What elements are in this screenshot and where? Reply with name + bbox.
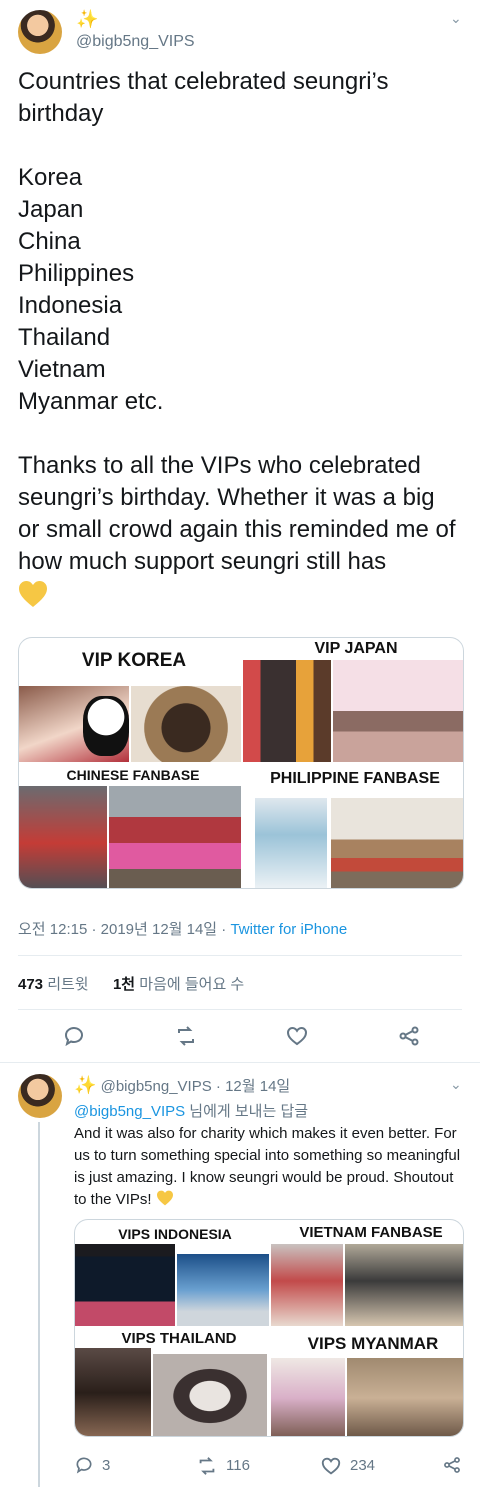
list-item: Thailand [18, 324, 111, 351]
photo-korea-bbq [131, 686, 241, 762]
divider [0, 1062, 480, 1063]
media-label: VIPS MYANMAR [307, 1334, 439, 1353]
photo-vietnam-2 [345, 1244, 463, 1326]
list-item: Philippines [18, 260, 135, 287]
timestamp-text: 오전 12:15 · 2019년 12월 14일 · [18, 921, 231, 938]
media-label: PHILIPPINE FANBASE [270, 770, 440, 787]
photo-thailand-1 [75, 1348, 151, 1436]
photo-myanmar-2 [347, 1358, 463, 1436]
tweet-stats: 473 리트윗 1천 마음에 들어요 수 [18, 973, 244, 994]
media-label: CHINESE FANBASE [66, 767, 200, 783]
tweet-thanks-text: Thanks to all the VIPs who celebrated se… [18, 452, 456, 575]
yellow-heart-icon [19, 581, 47, 607]
reply-media[interactable]: VIPS INDONESIA VIETNAM FANBASE VIPS THAI… [74, 1219, 464, 1437]
likes-count[interactable]: 1천 [113, 976, 135, 993]
likes-label[interactable]: 마음에 들어요 수 [139, 976, 244, 993]
photo-thailand-2 [153, 1354, 267, 1436]
photo-china-children [109, 786, 241, 888]
user-handle[interactable]: @bigb5ng_VIPS [101, 1078, 212, 1095]
country-list: Korea Japan China Philippines Indonesia … [18, 162, 163, 418]
retweets-count[interactable]: 473 [18, 976, 43, 993]
photo-myanmar-1 [271, 1358, 345, 1436]
tweet-media[interactable]: VIP KOREA VIP JAPAN CHINESE FANBASE PHIL… [18, 637, 464, 889]
source-link[interactable]: Twitter for iPhone [230, 921, 347, 938]
reply-body: And it was also for charity which makes … [74, 1125, 461, 1208]
photo-indonesia-screen [75, 1244, 175, 1326]
media-label: VIP JAPAN [314, 640, 398, 657]
photo-japan-restaurant [243, 660, 331, 762]
photo-korea-panda [83, 696, 129, 756]
photo-china-fans [19, 786, 107, 888]
like-icon[interactable] [285, 1024, 309, 1048]
reply-icon[interactable] [62, 1024, 86, 1048]
media-label: VIETNAM FANBASE [299, 1224, 443, 1241]
list-item: Korea [18, 164, 83, 191]
list-item: China [18, 228, 81, 255]
replying-to-link[interactable]: @bigb5ng_VIPS [74, 1103, 185, 1120]
reply-header: ✨ @bigb5ng_VIPS · 12월 14일 [74, 1075, 290, 1096]
retweet-count: 116 [226, 1457, 250, 1474]
photo-philippine-doc [255, 798, 327, 888]
divider [18, 955, 462, 956]
tweet-timestamp: 오전 12:15 · 2019년 12월 14일 · Twitter for i… [18, 918, 347, 939]
share-icon[interactable] [442, 1455, 462, 1475]
list-item: Vietnam [18, 356, 106, 383]
replying-to: @bigb5ng_VIPS 님에게 보내는 답글 [74, 1100, 308, 1121]
thread-line [38, 1122, 40, 1487]
divider [18, 1009, 462, 1010]
chevron-down-icon[interactable]: ⌄ [450, 1076, 462, 1093]
sparkle-icon: ✨ [76, 9, 99, 29]
like-icon[interactable] [320, 1455, 342, 1477]
media-label: VIP KOREA [81, 650, 187, 671]
retweet-icon[interactable] [196, 1455, 218, 1477]
avatar[interactable] [18, 10, 62, 54]
yellow-heart-icon [156, 1190, 173, 1206]
avatar[interactable] [18, 1074, 62, 1118]
list-item: Indonesia [18, 292, 123, 319]
tweet-title-text: Countries that celebrated seungri’s birt… [18, 68, 389, 127]
user-handle[interactable]: @bigb5ng_VIPS [76, 33, 195, 51]
replying-to-suffix: 님에게 보내는 답글 [185, 1103, 309, 1120]
list-item: Japan [18, 196, 84, 223]
reply-date: · 12월 14일 [215, 1078, 291, 1095]
retweets-label[interactable]: 리트윗 [47, 976, 88, 993]
reply-icon[interactable] [74, 1455, 94, 1475]
photo-japan-banner [333, 660, 463, 762]
photo-philippine-room [331, 798, 463, 888]
media-label: VIPS INDONESIA [118, 1226, 232, 1242]
chevron-down-icon[interactable]: ⌄ [450, 10, 462, 27]
photo-indonesia-stage [177, 1254, 269, 1326]
reply-count: 3 [102, 1457, 111, 1474]
reply-text: And it was also for charity which makes … [74, 1123, 468, 1211]
media-label: VIPS THAILAND [121, 1330, 237, 1347]
like-count: 234 [350, 1457, 376, 1474]
retweet-icon[interactable] [174, 1024, 198, 1048]
list-item: Myanmar etc. [18, 388, 164, 415]
photo-vietnam-1 [271, 1244, 343, 1326]
share-icon[interactable] [397, 1024, 421, 1048]
sparkle-icon: ✨ [74, 1075, 97, 1095]
